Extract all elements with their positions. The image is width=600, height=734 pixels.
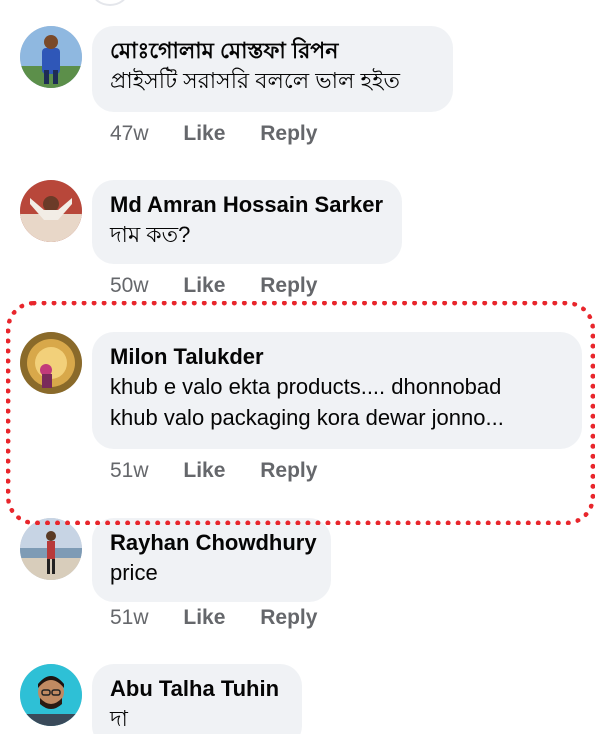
comment-author[interactable]: Abu Talha Tuhin: [110, 675, 284, 703]
comment-text: price: [110, 560, 158, 585]
like-button[interactable]: Like: [183, 122, 225, 146]
like-button[interactable]: Like: [183, 274, 225, 298]
comment-bubble: Abu Talha Tuhin দা: [92, 664, 302, 734]
comment-author[interactable]: Md Amran Hossain Sarker: [110, 191, 384, 219]
avatar[interactable]: [20, 664, 82, 726]
profile-photo-icon: [20, 332, 82, 394]
previous-avatar-edge: [92, 0, 128, 6]
comment-actions: 51w Like Reply: [110, 459, 346, 489]
comment-bubble: Md Amran Hossain Sarker দাম কত?: [92, 180, 402, 264]
comment-time[interactable]: 47w: [110, 122, 149, 146]
comment-text: দা: [110, 706, 128, 731]
reply-button[interactable]: Reply: [260, 122, 317, 146]
profile-photo-icon: [20, 26, 82, 88]
avatar[interactable]: [20, 180, 82, 242]
comment-time[interactable]: 51w: [110, 459, 149, 483]
comment-text-line: khub valo packaging kora dewar jonno...: [110, 405, 504, 430]
comment-time[interactable]: 50w: [110, 274, 149, 298]
comment-bubble: Rayhan Chowdhury price: [92, 518, 331, 602]
comment-author[interactable]: মোঃগোলাম মোস্তফা রিপন: [110, 37, 435, 65]
like-button[interactable]: Like: [183, 459, 225, 483]
like-button[interactable]: Like: [183, 606, 225, 630]
comment-actions: 47w Like Reply: [110, 122, 346, 152]
comment-text: প্রাইসটি সরাসরি বললে ভাল হইত: [110, 68, 400, 93]
avatar[interactable]: [20, 26, 82, 88]
comment-actions: 50w Like Reply: [110, 274, 346, 304]
avatar[interactable]: [20, 518, 82, 580]
profile-photo-icon: [20, 518, 82, 580]
comment-author[interactable]: Milon Talukder: [110, 343, 564, 371]
comment-author[interactable]: Rayhan Chowdhury: [110, 529, 317, 557]
comment-bubble: মোঃগোলাম মোস্তফা রিপন প্রাইসটি সরাসরি বল…: [92, 26, 453, 112]
comment-actions: 51w Like Reply: [110, 606, 346, 636]
profile-photo-icon: [20, 180, 82, 242]
reply-button[interactable]: Reply: [260, 274, 317, 298]
comment-text-line: khub e valo ekta products.... dhonnobad: [110, 374, 502, 399]
comment-time[interactable]: 51w: [110, 606, 149, 630]
reply-button[interactable]: Reply: [260, 459, 317, 483]
avatar[interactable]: [20, 332, 82, 394]
reply-button[interactable]: Reply: [260, 606, 317, 630]
comment-text: দাম কত?: [110, 222, 191, 247]
profile-photo-icon: [20, 664, 82, 726]
comment-bubble: Milon Talukder khub e valo ekta products…: [92, 332, 582, 449]
comments-feed: মোঃগোলাম মোস্তফা রিপন প্রাইসটি সরাসরি বল…: [0, 0, 600, 734]
